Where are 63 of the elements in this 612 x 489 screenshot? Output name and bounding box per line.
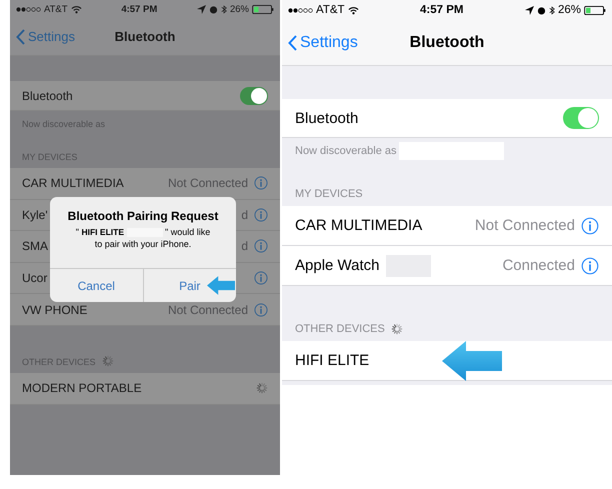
device-row[interactable]: Apple Watch Connected [282,246,612,286]
connection-status: Not Connected [168,302,248,317]
wifi-icon [348,6,359,14]
device-name: Ucor [22,271,48,286]
setting-label: Bluetooth [295,110,358,126]
signal-icon [288,6,313,14]
device-row[interactable]: CAR MULTIMEDIA Not Connected [10,168,280,200]
carrier-name: AT&T [44,4,68,14]
device-name: HIFI ELITE [295,352,370,369]
device-name: VW PHONE [22,302,88,317]
arrow-marker [442,341,502,381]
info-icon[interactable] [254,239,268,254]
connection-status: Connected [502,257,575,274]
battery-icon [584,6,606,14]
clock-time: 4:57 PM [121,4,158,14]
device-name: Apple Watch [295,257,380,274]
spinner-icon [256,382,268,394]
connection-status: d [241,208,248,222]
battery-percent: 26% [230,4,249,14]
info-icon[interactable] [254,176,268,190]
dialog-title: Bluetooth Pairing Request [66,209,220,223]
bluetooth-icon [548,6,555,14]
discoverable-note: Now discoverable as [295,144,396,156]
spinner-icon [102,354,114,367]
device-row[interactable]: CAR MULTIMEDIA Not Connected [282,206,612,246]
back-button[interactable]: Settings [282,32,364,52]
screen-title: Bluetooth [410,34,484,52]
device-name: SMA [22,239,48,254]
location-icon [524,6,534,14]
section-header: OTHER DEVICES [295,323,385,335]
device-name: CAR MULTIMEDIA [295,217,422,234]
clock-time: 4:57 PM [420,4,464,16]
chevron-icon [288,34,297,50]
connection-status: Not Connected [168,176,248,190]
info-icon[interactable] [254,208,268,222]
section-header: MY DEVICES [295,188,363,200]
location-icon [196,4,206,14]
device-name: MODERN PORTABLE [22,381,142,396]
bluetooth-toggle[interactable] [240,86,268,104]
battery-percent: 26% [558,4,581,16]
device-row[interactable]: MODERN PORTABLE [10,372,280,405]
info-icon[interactable] [581,256,599,274]
bluetooth-toggle[interactable] [563,107,599,129]
device-row[interactable]: HIFI ELITE [282,341,612,381]
info-icon[interactable] [581,216,599,234]
wifi-icon [70,4,82,14]
device-name: Kyle' [22,208,48,222]
bluetooth-icon [220,4,227,14]
info-icon[interactable] [254,271,268,286]
info-icon[interactable] [254,302,268,317]
arrow-marker [207,276,235,295]
battery-icon [252,4,274,14]
screen-title: Bluetooth [114,29,176,44]
dialog-button[interactable]: Pair [142,269,236,302]
dialog-message: " HIFI ELITE " would like to pair with your iPhone. [74,227,212,250]
carrier-name: AT&T [316,4,345,16]
connection-status: Not Connected [474,217,575,234]
device-name: CAR MULTIMEDIA [22,176,124,190]
setting-label: Bluetooth [22,88,73,102]
signal-icon [16,4,41,14]
connection-status: d [241,239,248,254]
spinner-icon [390,323,403,335]
chevron-icon [16,28,25,44]
